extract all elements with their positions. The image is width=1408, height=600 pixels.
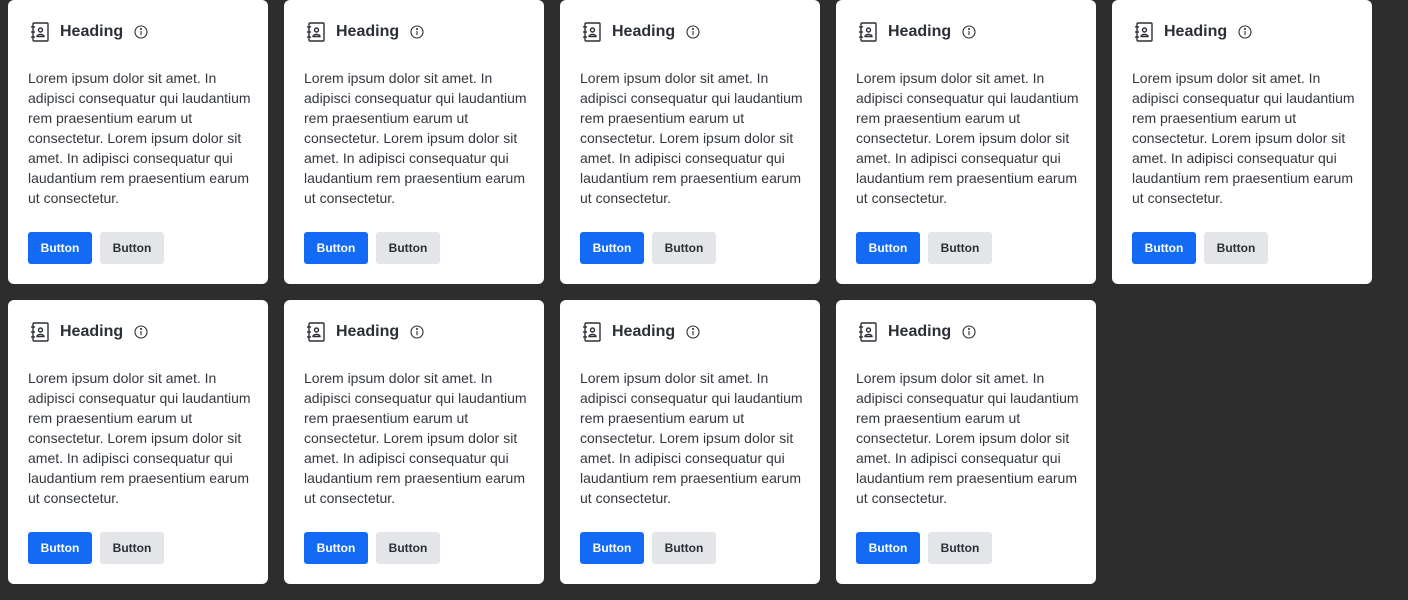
secondary-button[interactable]: Button xyxy=(376,232,440,264)
info-icon[interactable] xyxy=(1238,25,1252,39)
info-icon[interactable] xyxy=(410,325,424,339)
card-heading: Heading xyxy=(336,23,400,40)
card-body-text: Lorem ipsum dolor sit amet. In adipisci … xyxy=(1132,70,1355,206)
contact-book-icon xyxy=(856,20,880,44)
card: Heading Lorem ipsum dolor sit amet. In a… xyxy=(560,300,820,584)
primary-button[interactable]: Button xyxy=(856,532,920,564)
card-header: Heading xyxy=(856,320,976,344)
secondary-button[interactable]: Button xyxy=(652,232,716,264)
card-body-text: Lorem ipsum dolor sit amet. In adipisci … xyxy=(856,70,1079,206)
card: Heading Lorem ipsum dolor sit amet. In a… xyxy=(284,0,544,284)
contact-book-icon xyxy=(856,320,880,344)
card-actions: Button Button xyxy=(856,232,992,264)
card-actions: Button Button xyxy=(304,232,440,264)
card-header: Heading xyxy=(580,20,700,44)
card-heading: Heading xyxy=(888,23,952,40)
card-body-text: Lorem ipsum dolor sit amet. In adipisci … xyxy=(580,370,803,506)
primary-button[interactable]: Button xyxy=(580,232,644,264)
contact-book-icon xyxy=(304,320,328,344)
card-actions: Button Button xyxy=(856,532,992,564)
card-actions: Button Button xyxy=(1132,232,1268,264)
card-body-text: Lorem ipsum dolor sit amet. In adipisci … xyxy=(856,370,1079,506)
secondary-button[interactable]: Button xyxy=(100,232,164,264)
card: Heading Lorem ipsum dolor sit amet. In a… xyxy=(836,300,1096,584)
card-heading: Heading xyxy=(60,323,124,340)
primary-button[interactable]: Button xyxy=(580,532,644,564)
card: Heading Lorem ipsum dolor sit amet. In a… xyxy=(1112,0,1372,284)
info-icon[interactable] xyxy=(134,25,148,39)
primary-button[interactable]: Button xyxy=(304,232,368,264)
card-header: Heading xyxy=(28,20,148,44)
card-grid: Heading Lorem ipsum dolor sit amet. In a… xyxy=(0,0,1408,600)
info-icon[interactable] xyxy=(686,325,700,339)
contact-book-icon xyxy=(28,320,52,344)
card: Heading Lorem ipsum dolor sit amet. In a… xyxy=(8,300,268,584)
info-icon[interactable] xyxy=(962,25,976,39)
card-actions: Button Button xyxy=(28,232,164,264)
card-heading: Heading xyxy=(60,23,124,40)
primary-button[interactable]: Button xyxy=(1132,232,1196,264)
card-actions: Button Button xyxy=(304,532,440,564)
card-header: Heading xyxy=(1132,20,1252,44)
card-heading: Heading xyxy=(612,23,676,40)
card-body-text: Lorem ipsum dolor sit amet. In adipisci … xyxy=(28,370,251,506)
card: Heading Lorem ipsum dolor sit amet. In a… xyxy=(836,0,1096,284)
secondary-button[interactable]: Button xyxy=(1204,232,1268,264)
contact-book-icon xyxy=(1132,20,1156,44)
contact-book-icon xyxy=(304,20,328,44)
secondary-button[interactable]: Button xyxy=(376,532,440,564)
info-icon[interactable] xyxy=(686,25,700,39)
card-header: Heading xyxy=(304,20,424,44)
secondary-button[interactable]: Button xyxy=(928,232,992,264)
card-heading: Heading xyxy=(336,323,400,340)
primary-button[interactable]: Button xyxy=(28,532,92,564)
card-heading: Heading xyxy=(1164,23,1228,40)
secondary-button[interactable]: Button xyxy=(928,532,992,564)
card-body-text: Lorem ipsum dolor sit amet. In adipisci … xyxy=(580,70,803,206)
card-header: Heading xyxy=(580,320,700,344)
card-heading: Heading xyxy=(888,323,952,340)
card: Heading Lorem ipsum dolor sit amet. In a… xyxy=(284,300,544,584)
primary-button[interactable]: Button xyxy=(304,532,368,564)
card: Heading Lorem ipsum dolor sit amet. In a… xyxy=(8,0,268,284)
info-icon[interactable] xyxy=(410,25,424,39)
contact-book-icon xyxy=(580,320,604,344)
card-actions: Button Button xyxy=(580,232,716,264)
secondary-button[interactable]: Button xyxy=(652,532,716,564)
card-body-text: Lorem ipsum dolor sit amet. In adipisci … xyxy=(304,370,527,506)
info-icon[interactable] xyxy=(962,325,976,339)
contact-book-icon xyxy=(28,20,52,44)
primary-button[interactable]: Button xyxy=(856,232,920,264)
card-body-text: Lorem ipsum dolor sit amet. In adipisci … xyxy=(304,70,527,206)
primary-button[interactable]: Button xyxy=(28,232,92,264)
info-icon[interactable] xyxy=(134,325,148,339)
card-actions: Button Button xyxy=(580,532,716,564)
card-header: Heading xyxy=(304,320,424,344)
card-header: Heading xyxy=(28,320,148,344)
card-header: Heading xyxy=(856,20,976,44)
card-actions: Button Button xyxy=(28,532,164,564)
card-heading: Heading xyxy=(612,323,676,340)
card: Heading Lorem ipsum dolor sit amet. In a… xyxy=(560,0,820,284)
card-body-text: Lorem ipsum dolor sit amet. In adipisci … xyxy=(28,70,251,206)
contact-book-icon xyxy=(580,20,604,44)
secondary-button[interactable]: Button xyxy=(100,532,164,564)
